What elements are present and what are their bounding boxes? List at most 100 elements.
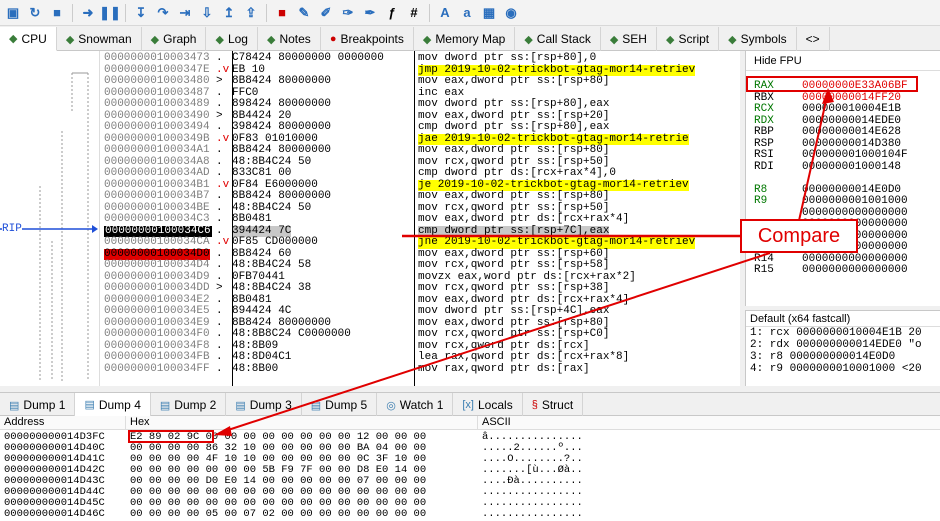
tab-memory-map[interactable]: ◆ Memory Map bbox=[414, 27, 516, 51]
disasm-row[interactable]: 00000000100034CA .v 0F85 CD000000 jne 2019-… bbox=[100, 236, 740, 249]
disasm-row[interactable]: 00000000100034C3. 8B0481 mov eax,dword ptr… bbox=[100, 213, 740, 226]
tab-struct[interactable]: § Struct bbox=[523, 393, 584, 417]
tab-notes[interactable]: ◆ Notes bbox=[258, 27, 321, 51]
toolbar-separator bbox=[429, 3, 430, 22]
dump-row[interactable]: 000000000014D40C 00 00 00 00 86 32 10 00 … bbox=[0, 443, 940, 454]
watch-icon: ◎ bbox=[386, 399, 396, 412]
disasm-row[interactable]: 00000000100034D4. 48:8B4C24 58 mov rcx,qwo… bbox=[100, 259, 740, 272]
dump-row[interactable]: 000000000014D46C 00 00 00 00 05 00 07 02 … bbox=[0, 509, 940, 520]
tab-graph[interactable]: ◆ Graph bbox=[142, 27, 207, 51]
branch-marker: . bbox=[216, 167, 223, 179]
register-value: 00000000014D380 bbox=[802, 137, 902, 150]
step-over-icon[interactable]: ↷ bbox=[154, 4, 172, 22]
branch-gutter: RIP bbox=[0, 51, 100, 386]
snowman-icon: ◆ bbox=[65, 33, 75, 46]
bookmark-icon[interactable]: ✒ bbox=[361, 4, 379, 22]
dump-hex: 00 00 00 00 4F 10 10 00 00 00 00 00 0C 3… bbox=[130, 453, 427, 465]
disasm-row[interactable]: 00000000100034FB. 48:8D04C1 lea rax,qword … bbox=[100, 351, 740, 364]
globe-icon[interactable]: ◉ bbox=[502, 4, 520, 22]
function-icon[interactable]: ƒ bbox=[383, 4, 401, 22]
disasm-row[interactable]: 00000000100034AD. 833C81 00 cmp dword ptr … bbox=[100, 167, 740, 180]
tab-dump-3[interactable]: ▤ Dump 3 bbox=[226, 393, 302, 417]
calc-icon[interactable]: ▦ bbox=[480, 4, 498, 22]
disasm-row[interactable]: 00000000100034DD >48:8B4C24 38 mov rcx,qwo… bbox=[100, 282, 740, 295]
ascii-column-header[interactable]: ASCII bbox=[478, 416, 511, 429]
call-arg-row[interactable]: 4: r9 0000000010001000 <20 bbox=[746, 363, 940, 375]
tab-locals[interactable]: [x] Locals bbox=[453, 393, 523, 417]
disasm-row[interactable]: 0000000010003494. 398424 80000000 cmp dwor… bbox=[100, 121, 740, 134]
tab-seh[interactable]: ◆ SEH bbox=[601, 27, 657, 51]
patch-icon[interactable]: ✎ bbox=[295, 4, 313, 22]
disasm-row[interactable]: 00000000100034A1. 8B8424 80000000 mov eax,… bbox=[100, 144, 740, 157]
hash-icon[interactable]: # bbox=[405, 4, 423, 22]
call-convention-header[interactable]: Default (x64 fastcall) bbox=[746, 311, 940, 327]
tab-symbols[interactable]: ◆ Symbols bbox=[719, 27, 797, 51]
label-icon[interactable]: ✑ bbox=[339, 4, 357, 22]
tab-label: Snowman bbox=[78, 32, 132, 46]
disasm-row[interactable]: 00000000100034F0. 48:8B8C24 C0000000 mov r… bbox=[100, 328, 740, 341]
tab-snowman[interactable]: ◆ Snowman bbox=[57, 27, 142, 51]
disasm-row[interactable]: 0000000010003473. C78424 80000000 0000000… bbox=[100, 52, 740, 65]
register-value: 00000000014E628 bbox=[802, 126, 902, 138]
tab-breakpoints[interactable]: ● Breakpoints bbox=[321, 27, 414, 51]
instruction-address: 00000000100034C3 bbox=[104, 213, 210, 225]
dump-row[interactable]: 000000000014D43C 00 00 00 00 D0 E0 14 00 … bbox=[0, 476, 940, 487]
tab-dump-2[interactable]: ▤ Dump 2 bbox=[151, 393, 227, 417]
execute-till-return-icon[interactable]: ↥ bbox=[220, 4, 238, 22]
toolbar-separator bbox=[125, 3, 126, 22]
branch-marker: . bbox=[216, 213, 223, 225]
tab-watch-1[interactable]: ◎ Watch 1 bbox=[377, 393, 454, 417]
tab-dump-1[interactable]: ▤ Dump 1 bbox=[0, 393, 76, 417]
open-icon[interactable]: ▣ bbox=[4, 4, 22, 22]
call-arg-row[interactable]: 3: r8 000000000014E0D0 bbox=[746, 351, 940, 363]
hide-fpu-button[interactable]: Hide FPU bbox=[746, 51, 940, 71]
disasm-row[interactable]: 0000000010003480 >8B8424 80000000 mov eax,… bbox=[100, 75, 740, 88]
disasm-row[interactable]: 00000000100034FF. 48:8B00 mov rax,qword pt… bbox=[100, 363, 740, 376]
tab-cpu[interactable]: ◆ CPU bbox=[0, 27, 57, 51]
address-column-header[interactable]: Address bbox=[0, 416, 126, 429]
tab-script[interactable]: ◆ Script bbox=[657, 27, 720, 51]
hex-column-header[interactable]: Hex bbox=[126, 416, 478, 429]
hide-fpu-label: Hide FPU bbox=[754, 54, 802, 67]
dump-icon: ▤ bbox=[9, 399, 20, 412]
call-arg-row[interactable]: 2: rdx 000000000014EDE0 "o bbox=[746, 339, 940, 351]
disassembly-view[interactable]: 0000000010003473. C78424 80000000 0000000… bbox=[100, 51, 740, 386]
step-into-icon[interactable]: ↧ bbox=[132, 4, 150, 22]
tab-call-stack[interactable]: ◆ Call Stack bbox=[515, 27, 601, 51]
tab-dump-4[interactable]: ▤ Dump 4 bbox=[75, 393, 151, 417]
tab-log[interactable]: ◆ Log bbox=[206, 27, 258, 51]
pause-icon[interactable]: ❚❚ bbox=[99, 4, 121, 22]
dump-row[interactable]: 000000000014D41C 00 00 00 00 4F 10 10 00 … bbox=[0, 454, 940, 465]
dump-address: 000000000014D43C bbox=[4, 475, 105, 487]
instruction-bytes: 48:8B4C24 58 bbox=[232, 259, 312, 271]
run-icon[interactable]: ➜ bbox=[79, 4, 97, 22]
call-arg-row[interactable]: 1: rcx 0000000010004E1B 20 bbox=[746, 327, 940, 339]
register-rdi[interactable]: RDI 000000001000148 bbox=[754, 161, 901, 174]
dump-row[interactable]: 000000000014D42C 00 00 00 00 00 00 00 5B … bbox=[0, 465, 940, 476]
trace-over-icon[interactable]: ⇩ bbox=[198, 4, 216, 22]
dump-row[interactable]: 000000000014D45C 00 00 00 00 00 00 00 00 … bbox=[0, 498, 940, 509]
register-row[interactable] bbox=[754, 173, 802, 185]
comment-icon[interactable]: ✐ bbox=[317, 4, 335, 22]
compare-annotation: Compare bbox=[740, 219, 858, 253]
run-to-user-icon[interactable]: ⇪ bbox=[242, 4, 260, 22]
tab-label: Dump 4 bbox=[98, 397, 141, 412]
case-icon[interactable]: a bbox=[458, 4, 476, 22]
dump-bytes-highlight-box bbox=[128, 430, 214, 443]
trace-into-icon[interactable]: ⇥ bbox=[176, 4, 194, 22]
tab-label: Script bbox=[678, 32, 710, 46]
instruction-text: mov eax,dword ptr ss:[rsp+80] bbox=[418, 144, 610, 156]
breakpoint-dot-icon: ● bbox=[329, 33, 337, 45]
tab-dump-5[interactable]: ▤ Dump 5 bbox=[302, 393, 378, 417]
breakpoint-icon[interactable]: ■ bbox=[273, 4, 291, 22]
disasm-row[interactable]: 00000000100034E5. 894424 4C mov dword ptr … bbox=[100, 305, 740, 318]
disasm-row[interactable]: 0000000010003489. 898424 80000000 mov dwor… bbox=[100, 98, 740, 111]
font-icon[interactable]: A bbox=[436, 4, 454, 22]
disasm-row[interactable]: 00000000100034B7. 8B8424 80000000 mov eax,… bbox=[100, 190, 740, 203]
register-r15[interactable]: R15 0000000000000000 bbox=[754, 264, 908, 277]
tab-label: Dump 2 bbox=[174, 398, 217, 412]
tabs-scroll-icon[interactable]: <> bbox=[797, 27, 830, 51]
restart-icon[interactable]: ↻ bbox=[26, 4, 44, 22]
dump-row[interactable]: 000000000014D44C 00 00 00 00 00 00 00 00 … bbox=[0, 487, 940, 498]
stop-icon[interactable]: ■ bbox=[48, 4, 66, 22]
